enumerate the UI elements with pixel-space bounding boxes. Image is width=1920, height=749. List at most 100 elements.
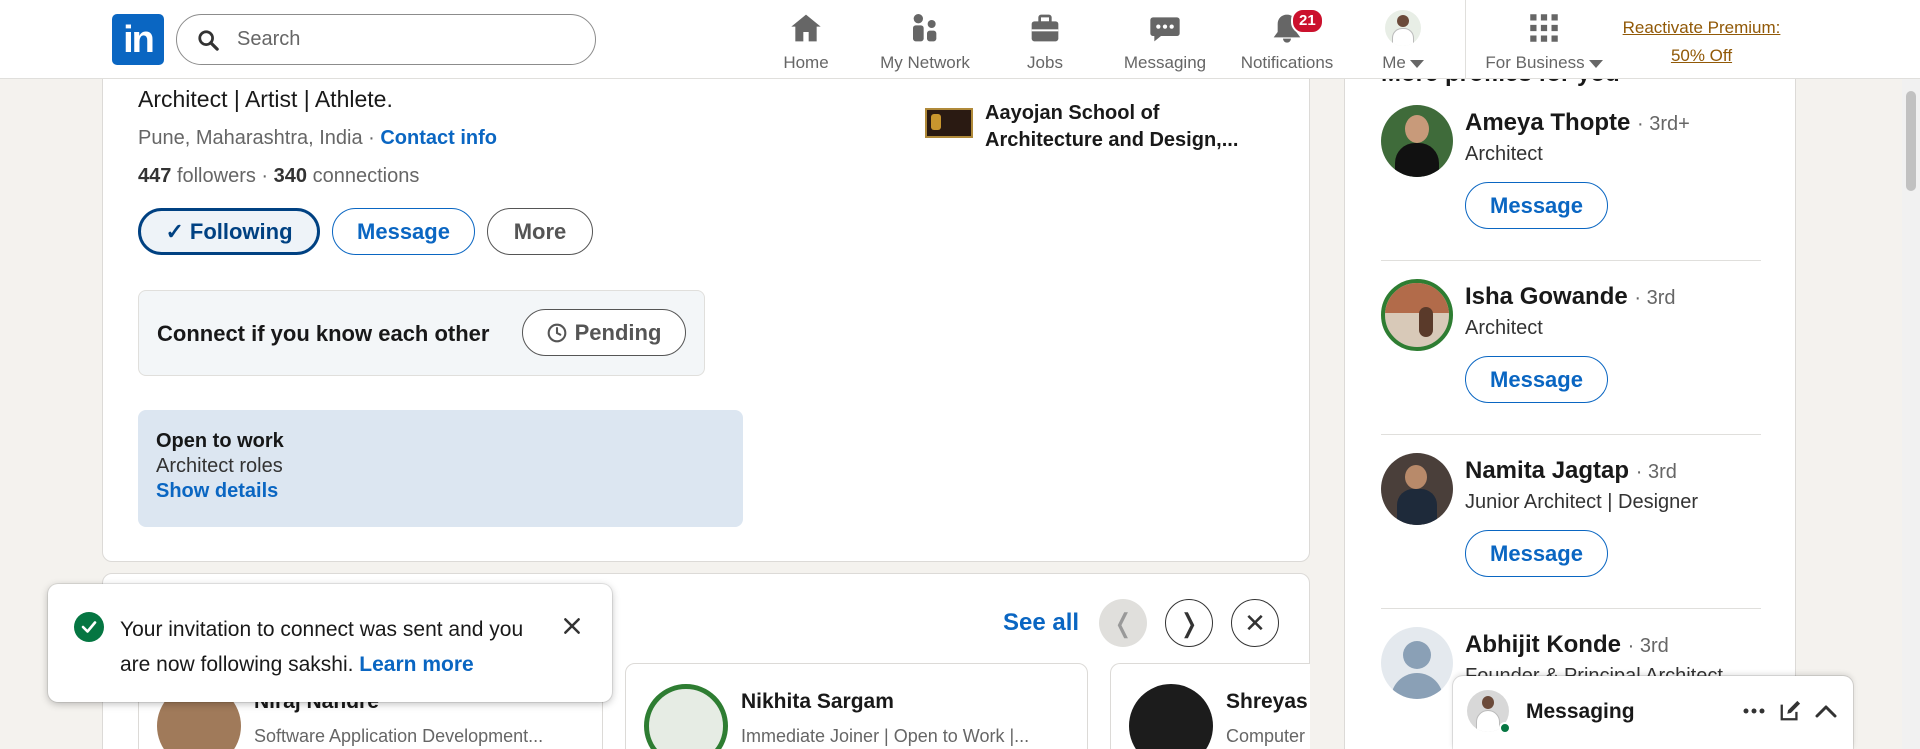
nav-notifications[interactable]: Notifications 21 (1235, 8, 1339, 74)
home-icon (791, 14, 821, 42)
suggestion-name: Shreyas F (1226, 690, 1310, 713)
connection-degree: · 3rd (1635, 461, 1677, 483)
suggestion-card[interactable]: Nikhita Sargam Immediate Joiner | Open t… (625, 663, 1088, 749)
nav-divider (1465, 0, 1466, 79)
pending-button-label: Pending (574, 319, 662, 345)
reactivate-premium-link[interactable]: Reactivate Premium: 50% Off (1614, 14, 1789, 70)
avatar[interactable] (1381, 279, 1453, 351)
connect-prompt-box: Connect if you know each other Pending (138, 290, 705, 376)
nav-my-network-label: My Network (880, 53, 970, 72)
messaging-overlay-bar[interactable]: Messaging (1453, 676, 1853, 749)
carousel-next-button[interactable]: ❭ (1165, 599, 1213, 647)
divider (1381, 608, 1761, 609)
check-icon: ✓ (165, 218, 184, 244)
scrollbar-thumb[interactable] (1906, 91, 1916, 191)
close-icon[interactable] (556, 610, 588, 642)
open-to-work-box: Open to work Architect roles Show detail… (138, 410, 743, 527)
connections-label[interactable]: connections (313, 165, 420, 187)
suggestion-card[interactable]: Shreyas F Computer (1110, 663, 1310, 749)
me-avatar (1385, 10, 1421, 46)
nav-me[interactable]: Me (1378, 8, 1428, 74)
top-navigation-bar: in Home My Network Jobs Messaging Notifi… (0, 0, 1920, 79)
profile-title: Architect (1465, 317, 1543, 339)
more-button[interactable]: More (487, 208, 593, 255)
profile-location: Pune, Maharashtra, India · (138, 127, 375, 149)
profile-stats: 447 followers · 340 connections (138, 165, 419, 188)
briefcase-icon (1031, 14, 1059, 42)
school-logo (925, 108, 973, 138)
message-button[interactable]: Message (332, 208, 475, 255)
network-icon (913, 14, 937, 42)
more-options-icon[interactable] (1739, 696, 1769, 726)
following-button-label: Following (189, 218, 293, 244)
profile-name[interactable]: Abhijit Konde · 3rd (1465, 631, 1669, 659)
avatar[interactable] (1381, 453, 1453, 525)
message-button[interactable]: Message (1465, 356, 1608, 403)
success-check-icon (74, 612, 104, 642)
connection-degree: · 3rd (1627, 635, 1669, 657)
suggestion-subtitle: Computer (1226, 726, 1306, 746)
learn-more-link[interactable]: Learn more (359, 653, 473, 676)
open-to-work-roles: Architect roles (156, 455, 283, 477)
avatar (1129, 684, 1213, 749)
pending-button[interactable]: Pending (522, 309, 686, 356)
nav-home[interactable]: Home (776, 8, 836, 74)
nav-jobs-label: Jobs (1027, 53, 1063, 72)
invitation-sent-toast: Your invitation to connect was sent and … (48, 584, 612, 702)
nav-notifications-label: Notifications (1240, 53, 1334, 72)
chevron-down-icon (1409, 59, 1424, 68)
profile-school[interactable]: Aayojan School of Architecture and Desig… (925, 100, 1255, 154)
school-name: Aayojan School of Architecture and Desig… (985, 102, 1239, 151)
search-box[interactable] (176, 14, 596, 65)
nav-messaging-label: Messaging (1123, 53, 1207, 72)
profile-title: Junior Architect | Designer (1465, 491, 1699, 513)
stats-separator: · (255, 165, 274, 187)
nav-me-label: Me (1382, 53, 1406, 72)
message-button[interactable]: Message (1465, 530, 1608, 577)
see-all-link[interactable]: See all (1003, 609, 1079, 637)
chevron-up-icon[interactable] (1811, 696, 1841, 726)
profile-name[interactable]: Isha Gowande · 3rd (1465, 283, 1676, 311)
grid-icon (1530, 14, 1558, 42)
profile-title: Architect (1465, 143, 1543, 165)
messaging-label: Messaging (1526, 700, 1635, 723)
clock-icon (547, 323, 566, 342)
connections-count[interactable]: 340 (274, 165, 307, 187)
search-input[interactable] (237, 28, 577, 51)
toast-message: Your invitation to connect was sent and … (120, 612, 540, 682)
notification-count-badge: 21 (1291, 8, 1324, 34)
divider (1381, 260, 1761, 261)
chevron-down-icon (1588, 59, 1603, 68)
premium-line-1: Reactivate Premium: (1622, 18, 1781, 37)
profile-name[interactable]: Ameya Thopte · 3rd+ (1465, 109, 1690, 137)
carousel-prev-button[interactable]: ❬ (1099, 599, 1147, 647)
connection-degree: · 3rd+ (1637, 113, 1690, 135)
connection-degree: · 3rd (1634, 287, 1676, 309)
nav-messaging[interactable]: Messaging (1122, 8, 1208, 74)
profile-location-row: Pune, Maharashtra, India · Contact info (138, 127, 497, 150)
compose-icon[interactable] (1775, 696, 1805, 726)
linkedin-logo[interactable]: in (112, 14, 164, 65)
open-to-work-title: Open to work (156, 430, 284, 452)
avatar (644, 684, 728, 749)
nav-for-business[interactable]: For Business (1484, 8, 1604, 74)
search-icon (198, 29, 219, 51)
nav-jobs[interactable]: Jobs (1020, 8, 1070, 74)
avatar[interactable] (1381, 105, 1453, 177)
connect-prompt-text: Connect if you know each other (157, 321, 490, 346)
show-details-link[interactable]: Show details (156, 480, 725, 503)
nav-home-label: Home (783, 53, 829, 72)
following-button[interactable]: ✓ Following (138, 208, 320, 255)
premium-line-2: 50% Off (1670, 46, 1733, 65)
dismiss-suggestions-button[interactable]: ✕ (1231, 599, 1279, 647)
avatar[interactable] (1381, 627, 1453, 699)
divider (1381, 434, 1761, 435)
messaging-icon (1150, 17, 1180, 42)
contact-info-link[interactable]: Contact info (380, 127, 497, 149)
page-scrollbar[interactable] (1902, 79, 1920, 749)
followers-count: 447 (138, 165, 172, 187)
nav-my-network[interactable]: My Network (872, 8, 978, 74)
nav-for-business-label: For Business (1485, 53, 1585, 72)
message-button[interactable]: Message (1465, 182, 1608, 229)
profile-name[interactable]: Namita Jagtap · 3rd (1465, 457, 1677, 485)
